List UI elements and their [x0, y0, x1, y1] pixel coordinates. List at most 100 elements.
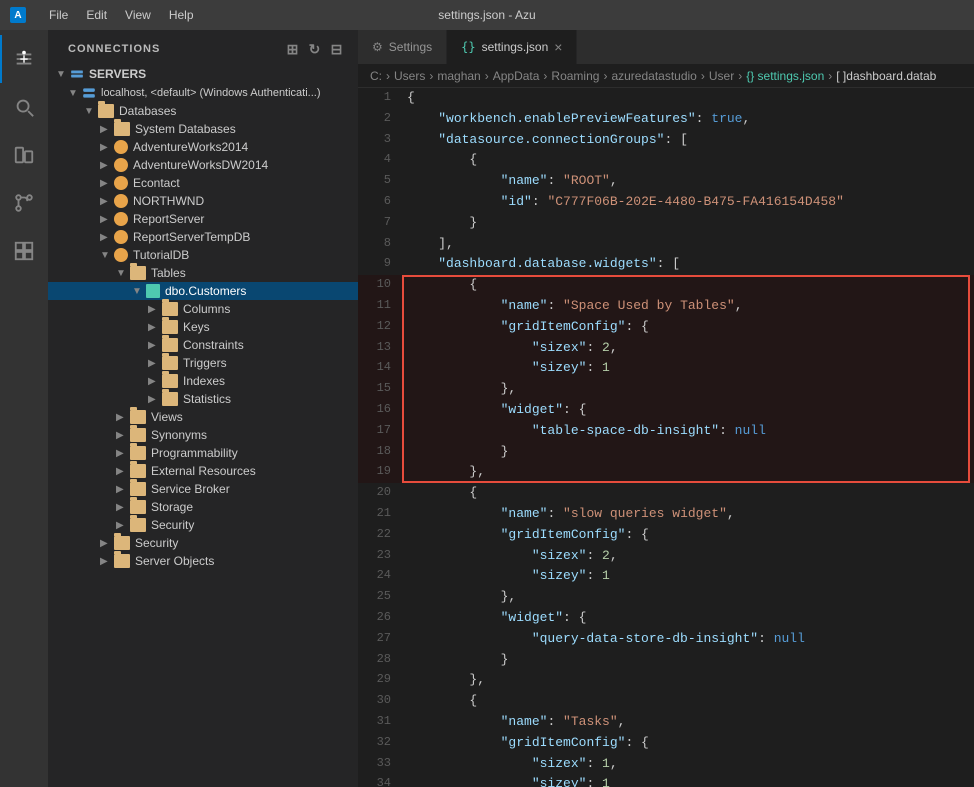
collapse-icon[interactable]: ⊟ — [328, 40, 346, 58]
northwnd-chevron: ▶ — [100, 196, 114, 207]
code-line: 24 "sizey": 1 — [358, 566, 974, 587]
db-adventureworksdw2014[interactable]: ▶ AdventureWorksDW2014 — [48, 156, 358, 174]
code-line: 28 } — [358, 650, 974, 671]
constraints-item[interactable]: ▶ Constraints — [48, 336, 358, 354]
db-tutorialdb[interactable]: ▼ TutorialDB — [48, 246, 358, 264]
line-content: }, — [403, 587, 974, 608]
line-number: 14 — [358, 358, 403, 379]
menu-help[interactable]: Help — [161, 6, 202, 24]
views-item[interactable]: ▶ Views — [48, 408, 358, 426]
views-label: Views — [151, 410, 183, 424]
code-line: 1{ — [358, 88, 974, 109]
table-dbo-customers[interactable]: ▼ dbo.Customers — [48, 282, 358, 300]
line-number: 19 — [358, 462, 403, 483]
activity-bar — [0, 30, 48, 787]
line-number: 28 — [358, 650, 403, 671]
lines-wrapper: 1{2 "workbench.enablePreviewFeatures": t… — [358, 88, 974, 787]
system-databases-item[interactable]: ▶ System Databases — [48, 120, 358, 138]
triggers-label: Triggers — [183, 356, 227, 370]
storage-item[interactable]: ▶ Storage — [48, 498, 358, 516]
db-tutorialdb-label: TutorialDB — [133, 248, 189, 262]
db-reportserver[interactable]: ▶ ReportServer — [48, 210, 358, 228]
code-line: 20 { — [358, 483, 974, 504]
indexes-item[interactable]: ▶ Indexes — [48, 372, 358, 390]
synonyms-item[interactable]: ▶ Synonyms — [48, 426, 358, 444]
server-icon — [82, 86, 96, 100]
db-security-item[interactable]: ▶ Security — [48, 516, 358, 534]
server-item[interactable]: ▼ localhost, <default> (Windows Authenti… — [48, 84, 358, 102]
code-line: 18 } — [358, 442, 974, 463]
db-reportservertempdb-label: ReportServerTempDB — [133, 230, 250, 244]
ext-resources-chevron: ▶ — [116, 466, 130, 477]
servers-section[interactable]: ▼ SERVERS — [48, 64, 358, 84]
constraints-folder-icon — [162, 338, 178, 352]
activity-git[interactable] — [0, 179, 48, 227]
line-number: 26 — [358, 608, 403, 629]
window-title: settings.json - Azu — [438, 8, 535, 22]
service-broker-item[interactable]: ▶ Service Broker — [48, 480, 358, 498]
code-line: 15 }, — [358, 379, 974, 400]
db-econtact[interactable]: ▶ Econtact — [48, 174, 358, 192]
external-resources-item[interactable]: ▶ External Resources — [48, 462, 358, 480]
line-content: { — [403, 275, 974, 296]
line-number: 11 — [358, 296, 403, 317]
activity-connections[interactable] — [0, 35, 48, 83]
databases-label: Databases — [119, 104, 176, 118]
connections-header: CONNECTIONS ⊞ ↻ ⊟ — [48, 30, 358, 64]
db-adventureworks2014[interactable]: ▶ AdventureWorks2014 — [48, 138, 358, 156]
econtact-chevron: ▶ — [100, 178, 114, 189]
tables-chevron: ▼ — [116, 268, 130, 279]
line-number: 4 — [358, 150, 403, 171]
line-number: 22 — [358, 525, 403, 546]
db-icon — [114, 212, 128, 226]
line-content: "widget": { — [403, 400, 974, 421]
menu-view[interactable]: View — [117, 6, 159, 24]
databases-item[interactable]: ▼ Databases — [48, 102, 358, 120]
tables-folder-icon — [130, 266, 146, 280]
code-editor[interactable]: 1{2 "workbench.enablePreviewFeatures": t… — [358, 88, 974, 787]
activity-extensions[interactable] — [0, 227, 48, 275]
line-number: 3 — [358, 130, 403, 151]
breadcrumb: C: › Users › maghan › AppData › Roaming … — [358, 65, 974, 88]
activity-search[interactable] — [0, 83, 48, 131]
line-number: 33 — [358, 754, 403, 775]
tables-item[interactable]: ▼ Tables — [48, 264, 358, 282]
line-content: "gridItemConfig": { — [403, 733, 974, 754]
db-icon — [114, 194, 128, 208]
keys-item[interactable]: ▶ Keys — [48, 318, 358, 336]
menu-edit[interactable]: Edit — [78, 6, 115, 24]
server-chevron: ▼ — [68, 88, 82, 99]
security-item[interactable]: ▶ Security — [48, 534, 358, 552]
line-number: 29 — [358, 670, 403, 691]
code-line: 4 { — [358, 150, 974, 171]
line-number: 15 — [358, 379, 403, 400]
columns-item[interactable]: ▶ Columns — [48, 300, 358, 318]
tab-settings[interactable]: ⚙ Settings — [358, 30, 447, 64]
code-line: 3 "datasource.connectionGroups": [ — [358, 130, 974, 151]
activity-explorer[interactable] — [0, 131, 48, 179]
synonyms-label: Synonyms — [151, 428, 207, 442]
db-awdw2014-label: AdventureWorksDW2014 — [133, 158, 268, 172]
line-content: "gridItemConfig": { — [403, 317, 974, 338]
programmability-folder-icon — [130, 446, 146, 460]
line-content: { — [403, 88, 974, 109]
settings-json-tab-close[interactable]: × — [554, 39, 562, 55]
line-content: { — [403, 691, 974, 712]
service-broker-folder-icon — [130, 482, 146, 496]
triggers-item[interactable]: ▶ Triggers — [48, 354, 358, 372]
db-reportservertempdb[interactable]: ▶ ReportServerTempDB — [48, 228, 358, 246]
refresh-icon[interactable]: ↻ — [306, 40, 324, 58]
programmability-item[interactable]: ▶ Programmability — [48, 444, 358, 462]
statistics-item[interactable]: ▶ Statistics — [48, 390, 358, 408]
statistics-folder-icon — [162, 392, 178, 406]
databases-folder-icon — [98, 104, 114, 118]
code-line: 32 "gridItemConfig": { — [358, 733, 974, 754]
tab-settings-json[interactable]: {} settings.json × — [447, 30, 577, 64]
server-objects-item[interactable]: ▶ Server Objects — [48, 552, 358, 570]
menu-file[interactable]: File — [41, 6, 76, 24]
new-connection-icon[interactable]: ⊞ — [284, 40, 302, 58]
line-number: 2 — [358, 109, 403, 130]
db-northwnd[interactable]: ▶ NORTHWND — [48, 192, 358, 210]
server-objects-folder-icon — [114, 554, 130, 568]
columns-label: Columns — [183, 302, 230, 316]
